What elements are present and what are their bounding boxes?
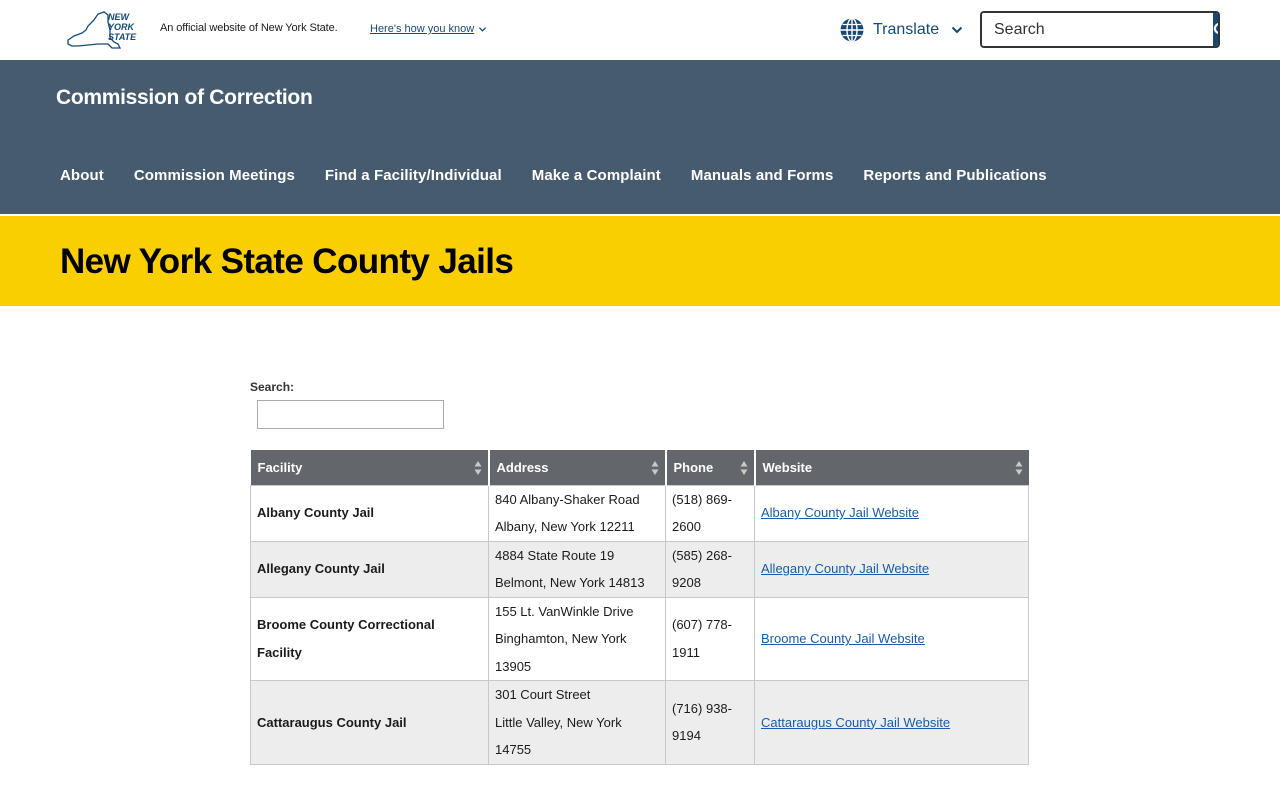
new-york-state-logo[interactable]: NEW YORK STATE <box>64 6 144 54</box>
svg-text:STATE: STATE <box>108 32 137 42</box>
address-line: Little Valley, New York <box>495 714 622 730</box>
nav-item-manuals-forms[interactable]: Manuals and Forms <box>691 167 834 184</box>
table-row: Cattaraugus County Jail 301 Court Street… <box>250 680 1029 765</box>
sort-icon <box>651 461 658 475</box>
page-title: New York State County Jails <box>60 242 514 281</box>
cell-website: Albany County Jail Website <box>754 484 1029 542</box>
cell-address: 4884 State Route 19 Belmont, New York 148… <box>488 540 666 598</box>
nav-item-make-complaint[interactable]: Make a Complaint <box>532 167 661 184</box>
site-search <box>980 11 1220 48</box>
page-title-band: New York State County Jails <box>0 216 1280 306</box>
nav-item-commission-meetings[interactable]: Commission Meetings <box>134 167 295 184</box>
column-header-address[interactable]: Address <box>488 450 667 485</box>
cell-website: Cattaraugus County Jail Website <box>754 680 1029 765</box>
sort-icon <box>474 461 481 475</box>
table-row: Broome County Correctional Facility 155 … <box>250 596 1029 681</box>
table-search-label: Search: <box>250 380 295 394</box>
phone-line: (585) 268- <box>672 547 732 563</box>
cell-facility: Broome County Correctional Facility <box>250 596 489 681</box>
agency-header: Commission of Correction About Commissio… <box>0 60 1280 214</box>
cell-facility: Allegany County Jail <box>250 540 489 598</box>
svg-text:NEW: NEW <box>108 12 131 22</box>
phone-line: (716) 938- <box>672 700 732 716</box>
website-link[interactable]: Broome County Jail Website <box>761 631 925 646</box>
nav-item-find-facility[interactable]: Find a Facility/Individual <box>325 167 502 184</box>
chevron-down-icon <box>479 26 487 32</box>
cell-phone: (716) 938- 9194 <box>665 680 755 765</box>
table-row: Allegany County Jail 4884 State Route 19… <box>250 540 1029 598</box>
cell-facility: Albany County Jail <box>250 484 489 542</box>
main-navigation: About Commission Meetings Find a Facilit… <box>60 167 1077 184</box>
cell-facility: Cattaraugus County Jail <box>250 680 489 765</box>
cell-phone: (607) 778- 1911 <box>665 596 755 681</box>
column-header-website[interactable]: Website <box>754 450 1029 485</box>
universal-header: NEW YORK STATE An official website of Ne… <box>0 0 1280 60</box>
address-line: 840 Albany-Shaker Road <box>495 491 640 507</box>
table-header-row: Facility Address Phone Website <box>250 450 1029 485</box>
phone-line: 2600 <box>672 519 701 534</box>
address-line: 14755 <box>495 742 532 757</box>
globe-icon <box>840 17 864 43</box>
phone-line: (518) 869- <box>672 491 732 507</box>
address-line: Albany, New York 12211 <box>495 519 635 534</box>
cell-website: Broome County Jail Website <box>754 596 1029 681</box>
address-line: 4884 State Route 19 <box>495 547 615 563</box>
column-header-label: Address <box>496 459 549 475</box>
cell-address: 301 Court Street Little Valley, New York 1… <box>488 680 666 765</box>
cell-website: Allegany County Jail Website <box>754 540 1029 598</box>
nav-item-reports-publications[interactable]: Reports and Publications <box>863 167 1046 184</box>
heres-how-you-know-link[interactable]: Here's how you know <box>370 23 487 35</box>
translate-label: Translate <box>873 21 940 38</box>
cell-phone: (585) 268- 9208 <box>665 540 755 598</box>
website-link[interactable]: Allegany County Jail Website <box>761 561 929 576</box>
website-link[interactable]: Cattaraugus County Jail Website <box>761 715 950 730</box>
official-website-text: An official website of New York State. <box>160 22 338 34</box>
phone-line: 9194 <box>672 728 701 744</box>
facility-name: Broome County Correctional Facility <box>257 617 435 660</box>
address-line: 13905 <box>495 658 532 674</box>
phone-line: (607) 778- <box>672 617 732 633</box>
sort-icon <box>740 461 747 475</box>
phone-line: 1911 <box>672 644 700 660</box>
cell-address: 840 Albany-Shaker Road Albany, New York 1… <box>488 484 666 542</box>
county-jails-table: Facility Address Phone Website Albany Co… <box>250 450 1029 765</box>
agency-name[interactable]: Commission of Correction <box>56 86 313 110</box>
address-line: 155 Lt. VanWinkle Drive <box>495 603 634 619</box>
column-header-label: Phone <box>673 459 714 475</box>
column-header-label: Website <box>762 459 813 475</box>
search-icon <box>1213 22 1218 34</box>
chevron-down-icon <box>951 26 963 34</box>
heres-how-you-know-label: Here's how you know <box>370 23 475 35</box>
column-header-phone[interactable]: Phone <box>665 450 756 485</box>
site-search-button[interactable] <box>1213 13 1218 46</box>
sort-icon <box>1015 461 1022 475</box>
translate-button[interactable]: Translate <box>839 17 963 43</box>
phone-line: 9208 <box>672 575 701 590</box>
table-row: Albany County Jail 840 Albany-Shaker Roa… <box>250 484 1029 542</box>
svg-text:YORK: YORK <box>108 22 136 32</box>
website-link[interactable]: Albany County Jail Website <box>761 505 919 520</box>
address-line: 301 Court Street <box>495 687 591 702</box>
address-line: Belmont, New York 14813 <box>495 575 645 590</box>
nav-item-about[interactable]: About <box>60 167 104 184</box>
cell-phone: (518) 869- 2600 <box>665 484 755 542</box>
address-line: Binghamton, New York <box>495 631 627 646</box>
table-search-input[interactable] <box>257 400 444 429</box>
site-search-input[interactable] <box>982 13 1213 46</box>
cell-address: 155 Lt. VanWinkle Drive Binghamton, New Y… <box>488 596 666 681</box>
column-header-facility[interactable]: Facility <box>250 450 490 485</box>
column-header-label: Facility <box>257 459 303 475</box>
